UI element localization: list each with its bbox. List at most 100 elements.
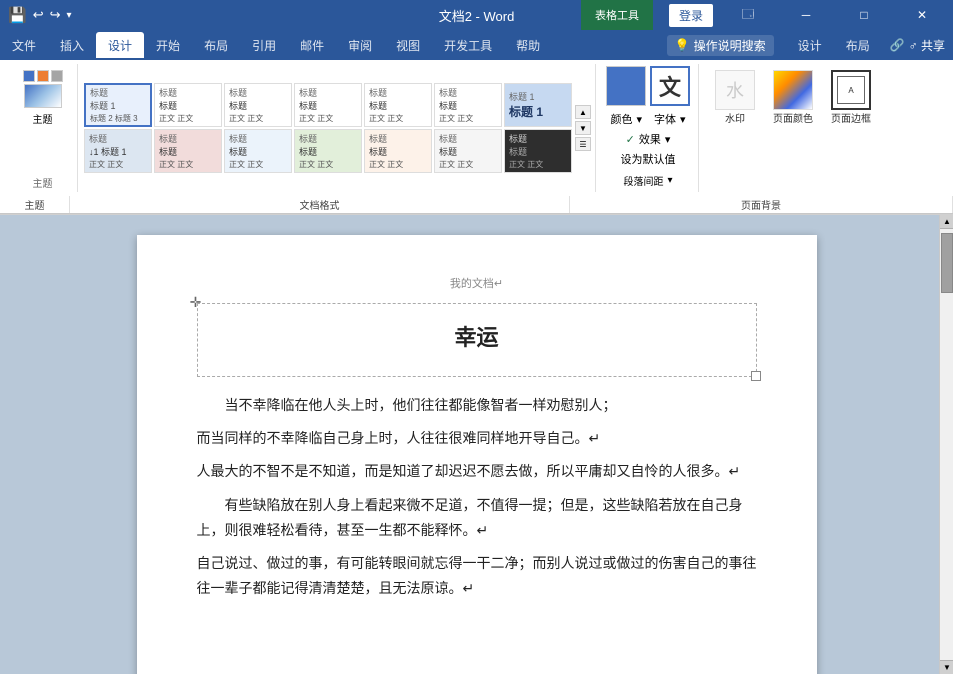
tab-home[interactable]: 开始 xyxy=(144,32,192,58)
header-right: 表格工具 登录 🗔 ─ □ ✕ xyxy=(581,0,945,30)
tab-design[interactable]: 设计 xyxy=(96,32,144,58)
undo-icon[interactable]: ↩ xyxy=(33,7,44,23)
color-swatch-text[interactable]: 文 xyxy=(650,66,690,106)
ribbon-tabs: 文件 插入 设计 开始 布局 引用 邮件 审阅 视图 开发工具 帮助 💡 操作说… xyxy=(0,30,953,60)
title-bar: 💾 ↩ ↪ ▾ 文档2 - Word 表格工具 登录 🗔 ─ □ ✕ xyxy=(0,0,953,30)
tab-mailings[interactable]: 邮件 xyxy=(288,32,336,58)
set-default-button[interactable]: 设为默认值 xyxy=(617,149,680,169)
table-tools-label: 表格工具 xyxy=(581,0,653,30)
page-background-section-label: 页面背景 xyxy=(570,196,953,213)
paragraph-2: 而当同样的不幸降临自己身上时，人往往很难同样地开导自己。↵ xyxy=(197,426,757,451)
share-button[interactable]: 🔗 ♂ 共享 xyxy=(890,37,945,54)
page-color-label: 页面颜色 xyxy=(773,110,813,125)
style-scroll-down[interactable]: ▼ xyxy=(575,121,591,135)
tab-view[interactable]: 视图 xyxy=(384,32,432,58)
tab-help[interactable]: 帮助 xyxy=(504,32,552,58)
tab-references[interactable]: 引用 xyxy=(240,32,288,58)
window-maximize-icon[interactable]: □ xyxy=(841,0,887,30)
watermark-label: 水印 xyxy=(725,110,745,125)
text-box[interactable]: ✛ 幸运 xyxy=(197,303,757,377)
scroll-up-btn[interactable]: ▲ xyxy=(940,215,953,229)
window-close-icon[interactable]: ✕ xyxy=(899,0,945,30)
ribbon-content: 主题 主题 标题 标题 1标题 2 标题 3 标题 标题正文 正文 标题 标题正… xyxy=(0,60,953,196)
tab-file[interactable]: 文件 xyxy=(0,32,48,58)
ribbon: 主题 主题 标题 标题 1标题 2 标题 3 标题 标题正文 正文 标题 标题正… xyxy=(0,60,953,215)
style-item-5[interactable]: 标题 标题正文 正文 xyxy=(364,83,432,127)
font-dropdown[interactable]: 字体 ▾ xyxy=(650,109,690,129)
theme-label: 主题 xyxy=(33,111,53,126)
page-border-button[interactable]: A 页面边框 xyxy=(825,66,877,129)
watermark-button[interactable]: 水 水印 xyxy=(709,66,761,129)
palette-label: 颜色 xyxy=(610,111,632,127)
tab-layout[interactable]: 布局 xyxy=(192,32,240,58)
style-item-4[interactable]: 标题 标题正文 正文 xyxy=(294,83,362,127)
ribbon-theme-section: 主题 主题 xyxy=(8,64,78,192)
style-item-10[interactable]: 标题 标题正文 正文 xyxy=(224,129,292,173)
style-item-7[interactable]: 标题 1 标题 1 xyxy=(504,83,572,127)
style-item-3[interactable]: 标题 标题正文 正文 xyxy=(224,83,292,127)
login-button[interactable]: 登录 xyxy=(669,4,713,27)
doc-format-section-label: 文档格式 xyxy=(70,196,570,213)
document-area[interactable]: 我的文档↵ ✛ 幸运 当不幸降临在他人头上时，他们往往都能像智者一样劝慰别人； … xyxy=(0,215,953,674)
style-item-12[interactable]: 标题 标题正文 正文 xyxy=(364,129,432,173)
title-bar-left: 💾 ↩ ↪ ▾ xyxy=(8,6,72,24)
document-page: 我的文档↵ ✛ 幸运 当不幸降临在他人头上时，他们往往都能像智者一样劝慰别人； … xyxy=(137,235,817,674)
tab-developer[interactable]: 开发工具 xyxy=(432,32,504,58)
search-label: 操作说明搜索 xyxy=(694,37,766,54)
page-color-button[interactable]: 页面颜色 xyxy=(767,66,819,129)
share-label: ♂ 共享 xyxy=(909,37,945,54)
effects-checkbox-icon: ✓ xyxy=(626,133,635,146)
style-item-2[interactable]: 标题 标题正文 正文 xyxy=(154,83,222,127)
style-scroll-buttons: ▲ ▼ ☰ xyxy=(575,105,591,151)
ribbon-page-bg-section: 水 水印 页面颜色 A 页面边框 xyxy=(701,64,885,192)
style-item-9[interactable]: 标题 标题正文 正文 xyxy=(154,129,222,173)
set-default-label: 设为默认值 xyxy=(621,151,676,167)
document-title: 文档2 - Word xyxy=(439,6,515,25)
scroll-thumb[interactable] xyxy=(941,233,953,293)
paragraph-5: 自己说过、做过的事，有可能转眼间就忘得一干二净；而别人说过或做过的伤害自己的事往… xyxy=(197,551,757,601)
color-dropdown[interactable]: #4472c4 颜色 ▾ xyxy=(606,109,646,129)
window-minimize-icon[interactable]: ─ xyxy=(783,0,829,30)
quick-access-toolbar: 💾 ↩ ↪ ▾ xyxy=(8,6,72,24)
window-restore-icon[interactable]: 🗔 xyxy=(725,0,771,30)
themes-label: 主题 xyxy=(0,196,70,213)
paragraph-3: 人最大的不智不是不知道，而是知道了却迟迟不愿去做，所以平庸却又自怜的人很多。↵ xyxy=(197,459,757,484)
paragraph-spacing-label: 段落间距 xyxy=(623,173,663,188)
style-scroll-more[interactable]: ☰ xyxy=(575,137,591,151)
page-border-label: 页面边框 xyxy=(831,110,871,125)
style-item-6[interactable]: 标题 标题正文 正文 xyxy=(434,83,502,127)
effects-button[interactable]: ✓ 效果 ▾ xyxy=(622,129,675,149)
tab-table-layout[interactable]: 布局 xyxy=(834,32,882,58)
tab-review[interactable]: 审阅 xyxy=(336,32,384,58)
styles-gallery: 标题 标题 1标题 2 标题 3 标题 标题正文 正文 标题 标题正文 正文 标… xyxy=(80,64,596,192)
paragraph-1: 当不幸降临在他人头上时，他们往往都能像智者一样劝慰别人； xyxy=(197,393,757,418)
style-item-13[interactable]: 标题 标题正文 正文 xyxy=(434,129,502,173)
scroll-down-btn[interactable]: ▼ xyxy=(940,660,953,674)
redo-icon[interactable]: ↪ xyxy=(50,7,61,23)
text-box-move-handle[interactable]: ✛ xyxy=(188,294,204,310)
style-item-14[interactable]: 标题 标题正文 正文 xyxy=(504,129,572,173)
header-text: 我的文档↵ xyxy=(450,278,503,290)
vertical-scrollbar[interactable]: ▲ ▼ xyxy=(939,215,953,674)
font-label: 字体 xyxy=(654,111,676,127)
tab-insert[interactable]: 插入 xyxy=(48,32,96,58)
style-item-normal[interactable]: 标题 标题 1标题 2 标题 3 xyxy=(84,83,152,127)
save-icon[interactable]: 💾 xyxy=(8,6,27,24)
style-item-11[interactable]: 标题 标题正文 正文 xyxy=(294,129,362,173)
text-box-resize-handle[interactable] xyxy=(751,371,761,381)
paragraph-spacing-dropdown: ▾ xyxy=(667,175,672,186)
effects-label: 效果 xyxy=(639,131,661,147)
paragraph-spacing-button[interactable]: 段落间距 ▾ xyxy=(619,171,676,190)
font-dropdown-icon: ▾ xyxy=(680,113,686,126)
watermark-icon: 水 xyxy=(715,70,755,110)
share-icon: 🔗 xyxy=(890,38,905,52)
style-item-8[interactable]: 标题 ↓1 标题 1正文 正文 xyxy=(84,129,152,173)
tab-table-design[interactable]: 设计 xyxy=(786,32,834,58)
theme-button[interactable]: 主题 xyxy=(17,66,69,130)
effects-dropdown-icon: ▾ xyxy=(665,133,671,146)
style-scroll-up[interactable]: ▲ xyxy=(575,105,591,119)
color-swatch-blue[interactable] xyxy=(606,66,646,106)
customize-icon[interactable]: ▾ xyxy=(67,10,72,21)
search-area[interactable]: 💡 操作说明搜索 xyxy=(667,35,774,56)
ribbon-section-labels: 主题 文档格式 页面背景 xyxy=(0,196,953,214)
